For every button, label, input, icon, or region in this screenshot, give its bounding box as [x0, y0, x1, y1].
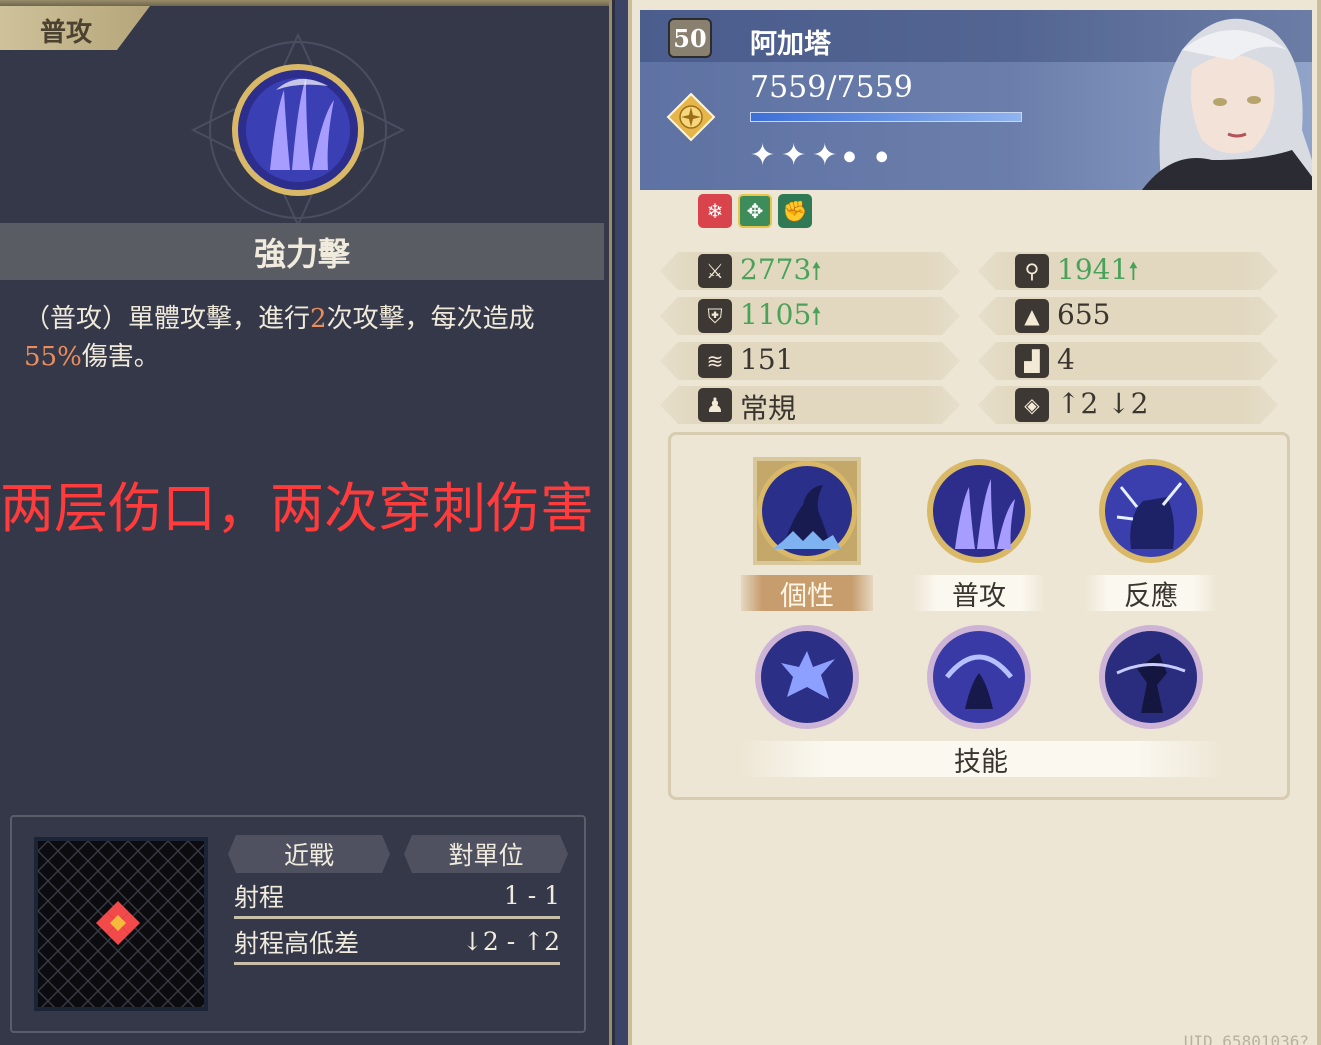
range-row: 射程 1 - 1	[234, 875, 560, 919]
hp-bar	[750, 112, 1022, 122]
desc-text: （普攻）單體攻擊，進行	[24, 304, 311, 334]
character-portrait	[1032, 10, 1312, 190]
stat-magic-defense-value: 655	[1057, 298, 1111, 331]
stat-up-arrow-icon: 🠕	[811, 257, 822, 285]
star-filled-icon: ✦	[750, 138, 782, 173]
skill-category-tag: 普攻	[0, 6, 150, 50]
star-filled-icon: ✦	[812, 138, 844, 173]
range-label: 射程	[234, 882, 285, 912]
range-value: 1 - 1	[503, 881, 560, 910]
boot-icon: ▟	[1015, 344, 1049, 378]
star-filled-icon: ✦	[781, 138, 813, 173]
level-badge: 50	[668, 18, 712, 58]
basic-attack-skill-icon[interactable]	[925, 457, 1033, 565]
figure-icon: ♟	[698, 388, 732, 422]
stat-up-arrow-icon: 🠕	[811, 302, 822, 330]
stat-up-arrow-icon: 🠕	[1128, 257, 1139, 285]
desc-damage-percent: 55%	[24, 342, 82, 372]
star-rating: ✦✦✦●●	[750, 138, 908, 173]
character-name: 阿加塔	[750, 29, 831, 60]
trait-skill-icon[interactable]	[753, 457, 861, 565]
stat-attack-value: 2773🠕	[740, 253, 822, 286]
jump-icon: ◈	[1015, 388, 1049, 422]
stat-magic-attack-value: 1941🠕	[1057, 253, 1139, 286]
stat-speed-value: 151	[740, 343, 794, 376]
height-diff-value: ↓2 - ↑2	[461, 927, 560, 956]
range-info-box: 近戰 對單位 射程 1 - 1 射程高低差 ↓2 - ↑2	[10, 815, 586, 1033]
sword-icon: ⚔	[698, 254, 732, 288]
hat-icon: ▲	[1015, 299, 1049, 333]
staff-icon: ⚲	[1015, 254, 1049, 288]
wolf-skill-icon[interactable]	[753, 623, 861, 731]
range-grid-map	[34, 837, 208, 1011]
skill-detail-panel: 普攻 強力擊 （普攻）單體攻擊，進行2次攻擊，每次造成 55%傷害。 两层伤口，两…	[0, 0, 612, 1045]
shield-icon: ⛨	[698, 299, 732, 333]
hp-bar-fill	[751, 113, 1021, 121]
attack-type-tag: 近戰	[228, 835, 390, 873]
stat-move-value: 4	[1057, 343, 1075, 376]
star-empty-icon: ●	[875, 148, 908, 165]
star-empty-icon: ●	[843, 148, 876, 165]
skill-description: （普攻）單體攻擊，進行2次攻擊，每次造成 55%傷害。	[24, 300, 584, 376]
uid-text: UID 65801036?	[1183, 1032, 1309, 1045]
overlay-annotation: 两层伤口，两次穿刺伤害	[0, 477, 594, 540]
tab-reaction[interactable]: 反應	[1085, 575, 1217, 612]
stat-movement-type-value: 常規	[740, 392, 797, 425]
panel-frame	[0, 0, 609, 6]
target-type-tag: 對單位	[404, 835, 568, 873]
snowflake-icon[interactable]: ❄	[698, 194, 732, 228]
height-diff-row: 射程高低差 ↓2 - ↑2	[234, 921, 560, 965]
trait-icons: ❄ ✥ ✊	[698, 194, 812, 228]
desc-text: 次攻擊，每次造成	[326, 304, 535, 334]
stat-defense-value: 1105🠕	[740, 298, 822, 331]
fist-icon[interactable]: ✊	[778, 194, 812, 228]
tab-trait[interactable]: 個性	[741, 575, 873, 612]
tab-skills[interactable]: 技能	[739, 741, 1223, 778]
hp-value: 7559/7559	[750, 70, 913, 105]
character-header: 50 阿加塔 7559/7559 ✦✦✦●●	[640, 10, 1312, 190]
tab-basic-attack[interactable]: 普攻	[913, 575, 1045, 612]
skill-name: 強力擊	[0, 223, 604, 280]
wing-icon: ≋	[698, 344, 732, 378]
height-diff-label: 射程高低差	[234, 928, 360, 958]
strike-skill-icon[interactable]	[925, 623, 1033, 731]
reaction-skill-icon[interactable]	[1097, 457, 1205, 565]
skills-box: 個性 普攻 反應 技能	[668, 432, 1290, 800]
stat-jump-value: ↑2 ↓2	[1057, 387, 1149, 420]
shadow-skill-icon[interactable]	[1097, 623, 1205, 731]
desc-text: 傷害。	[81, 342, 160, 372]
skill-emblem-icon	[188, 30, 408, 230]
paw-icon[interactable]: ✥	[738, 194, 772, 228]
character-panel: 50 阿加塔 7559/7559 ✦✦✦●● ❄ ✥ ✊ ⚔ 2773🠕 ⛨ 1…	[628, 0, 1321, 1045]
desc-hits-value: 2	[310, 304, 327, 334]
compass-star-icon	[666, 92, 716, 142]
